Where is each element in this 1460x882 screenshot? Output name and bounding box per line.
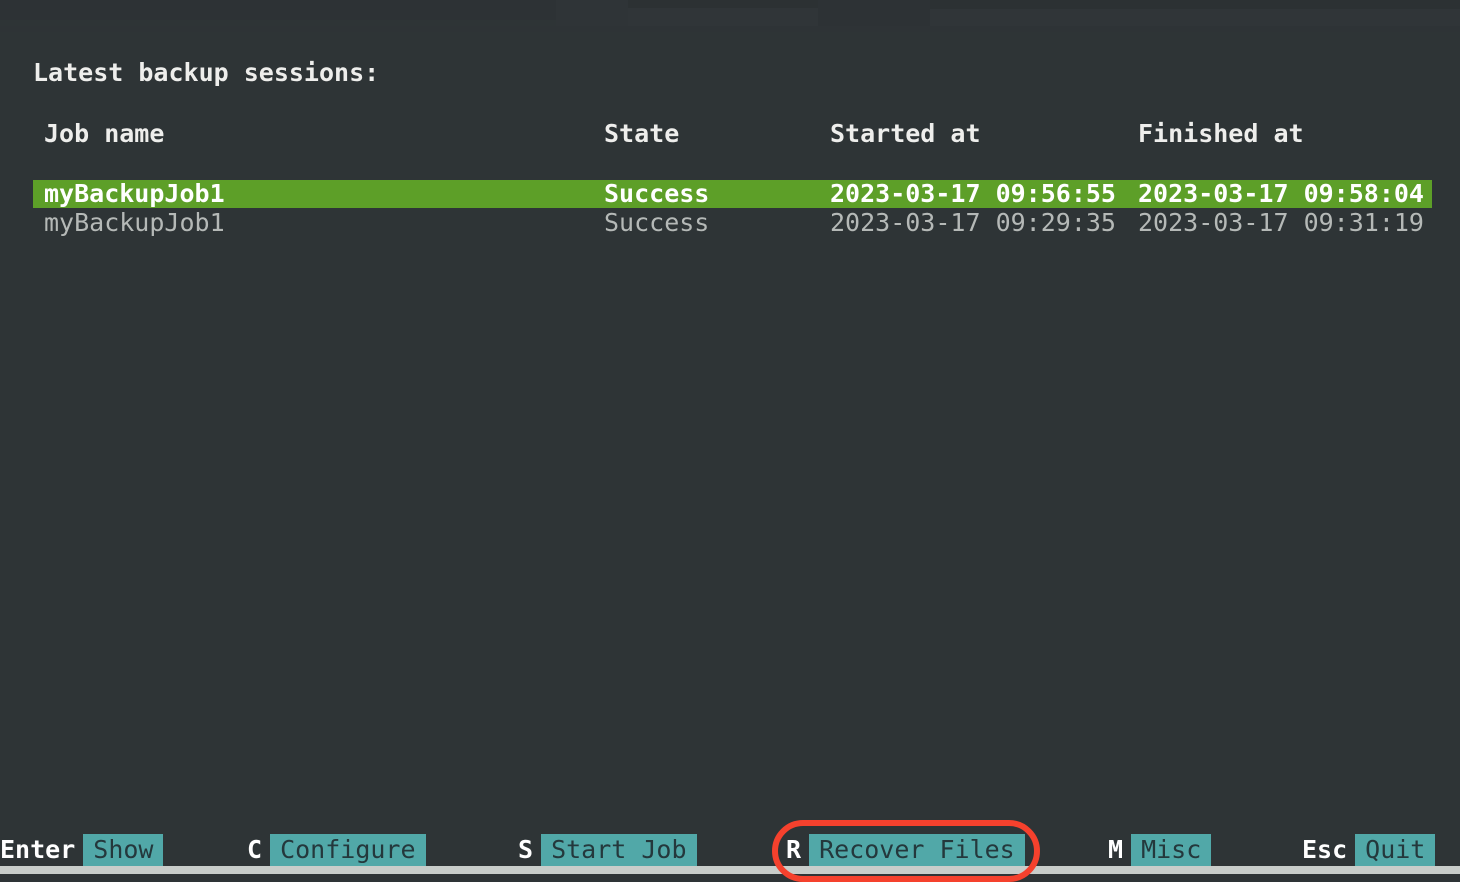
shortcut-show[interactable]: Enter Show (0, 834, 164, 866)
window-chrome-band (556, 0, 628, 26)
window-bottom-edge (0, 866, 1460, 874)
column-header-started-at: Started at (830, 119, 981, 148)
shortcut-key-m: M (1108, 835, 1124, 864)
shortcut-recover-files[interactable]: R Recover Files (786, 834, 1025, 866)
shortcut-quit[interactable]: Esc Quit (1302, 834, 1436, 866)
key-shortcut-bar: Enter Show C Configure S Start Job R Rec… (0, 834, 1460, 866)
shortcut-label-start-job[interactable]: Start Job (541, 834, 697, 866)
table-row[interactable]: myBackupJob1 Success 2023-03-17 09:29:35… (33, 209, 1432, 237)
shortcut-configure[interactable]: C Configure (247, 834, 426, 866)
shortcut-key-s: S (518, 835, 534, 864)
shortcut-key-r: R (786, 835, 802, 864)
shortcut-label-configure[interactable]: Configure (270, 834, 426, 866)
shortcut-label-show[interactable]: Show (83, 834, 164, 866)
window-chrome-band (0, 26, 1460, 32)
window-chrome-band (0, 0, 556, 20)
window-chrome-band (628, 0, 818, 8)
column-header-finished-at: Finished at (1138, 119, 1304, 148)
cell-finished-at: 2023-03-17 09:31:19 (1138, 208, 1424, 237)
terminal-screen: Latest backup sessions: Job name State S… (0, 0, 1460, 882)
shortcut-key-esc: Esc (1302, 835, 1348, 864)
shortcut-key-enter: Enter (0, 835, 76, 864)
page-title: Latest backup sessions: (33, 58, 380, 87)
window-chrome-band (930, 9, 1460, 26)
column-header-job-name: Job name (44, 119, 165, 148)
shortcut-misc[interactable]: M Misc (1108, 834, 1212, 866)
window-chrome-band (818, 0, 930, 26)
cell-state: Success (604, 179, 710, 208)
shortcut-label-misc[interactable]: Misc (1131, 834, 1212, 866)
shortcut-label-quit[interactable]: Quit (1355, 834, 1436, 866)
shortcut-key-c: C (247, 835, 263, 864)
shortcut-label-recover-files[interactable]: Recover Files (809, 834, 1025, 866)
cell-started-at: 2023-03-17 09:29:35 (830, 208, 1116, 237)
window-chrome-band (930, 0, 1460, 9)
cell-finished-at: 2023-03-17 09:58:04 (1138, 179, 1424, 208)
cell-job-name: myBackupJob1 (44, 179, 225, 208)
shortcut-start-job[interactable]: S Start Job (518, 834, 697, 866)
cell-started-at: 2023-03-17 09:56:55 (830, 179, 1116, 208)
column-header-state: State (604, 119, 680, 148)
cell-job-name: myBackupJob1 (44, 208, 225, 237)
table-row[interactable]: myBackupJob1 Success 2023-03-17 09:56:55… (33, 180, 1432, 208)
cell-state: Success (604, 208, 710, 237)
window-chrome-band (628, 8, 818, 26)
